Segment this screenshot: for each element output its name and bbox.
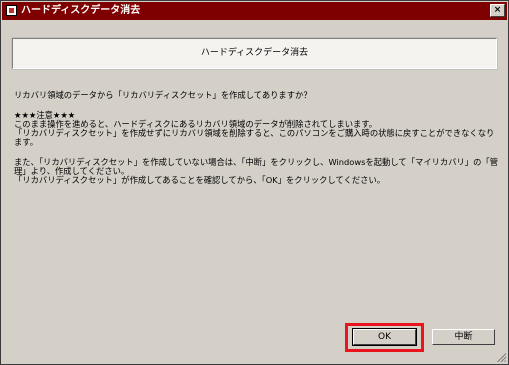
question-text: リカバリ領域のデータから「リカバリディスクセット」を作成してありますか？: [14, 90, 312, 100]
dialog-window: ハードディスクデータ消去 × ハードディスクデータ消去 リカバリ領域のデータから…: [0, 0, 509, 365]
app-icon: [6, 5, 17, 16]
warning-line-2: 「リカバリディスクセット」を作成せずにリカバリ領域を削除すると、このパソコンをご…: [14, 128, 495, 147]
title-bar[interactable]: ハードディスクデータ消去 ×: [2, 2, 507, 20]
info-line-2: 「リカバリディスクセット」が作成してあることを確認してから、「OK」をクリックし…: [14, 175, 386, 185]
header-banner: ハードディスクデータ消去: [12, 38, 497, 69]
cancel-button[interactable]: 中断: [432, 329, 495, 345]
window-title: ハードディスクデータ消去: [21, 5, 141, 16]
info-line-1: また、「リカバリディスクセット」を作成していない場合は、「中断」をクリックし、W…: [14, 157, 498, 176]
ok-button[interactable]: OK: [352, 328, 417, 346]
resize-grip-icon[interactable]: [496, 352, 506, 362]
close-button[interactable]: ×: [490, 4, 505, 17]
